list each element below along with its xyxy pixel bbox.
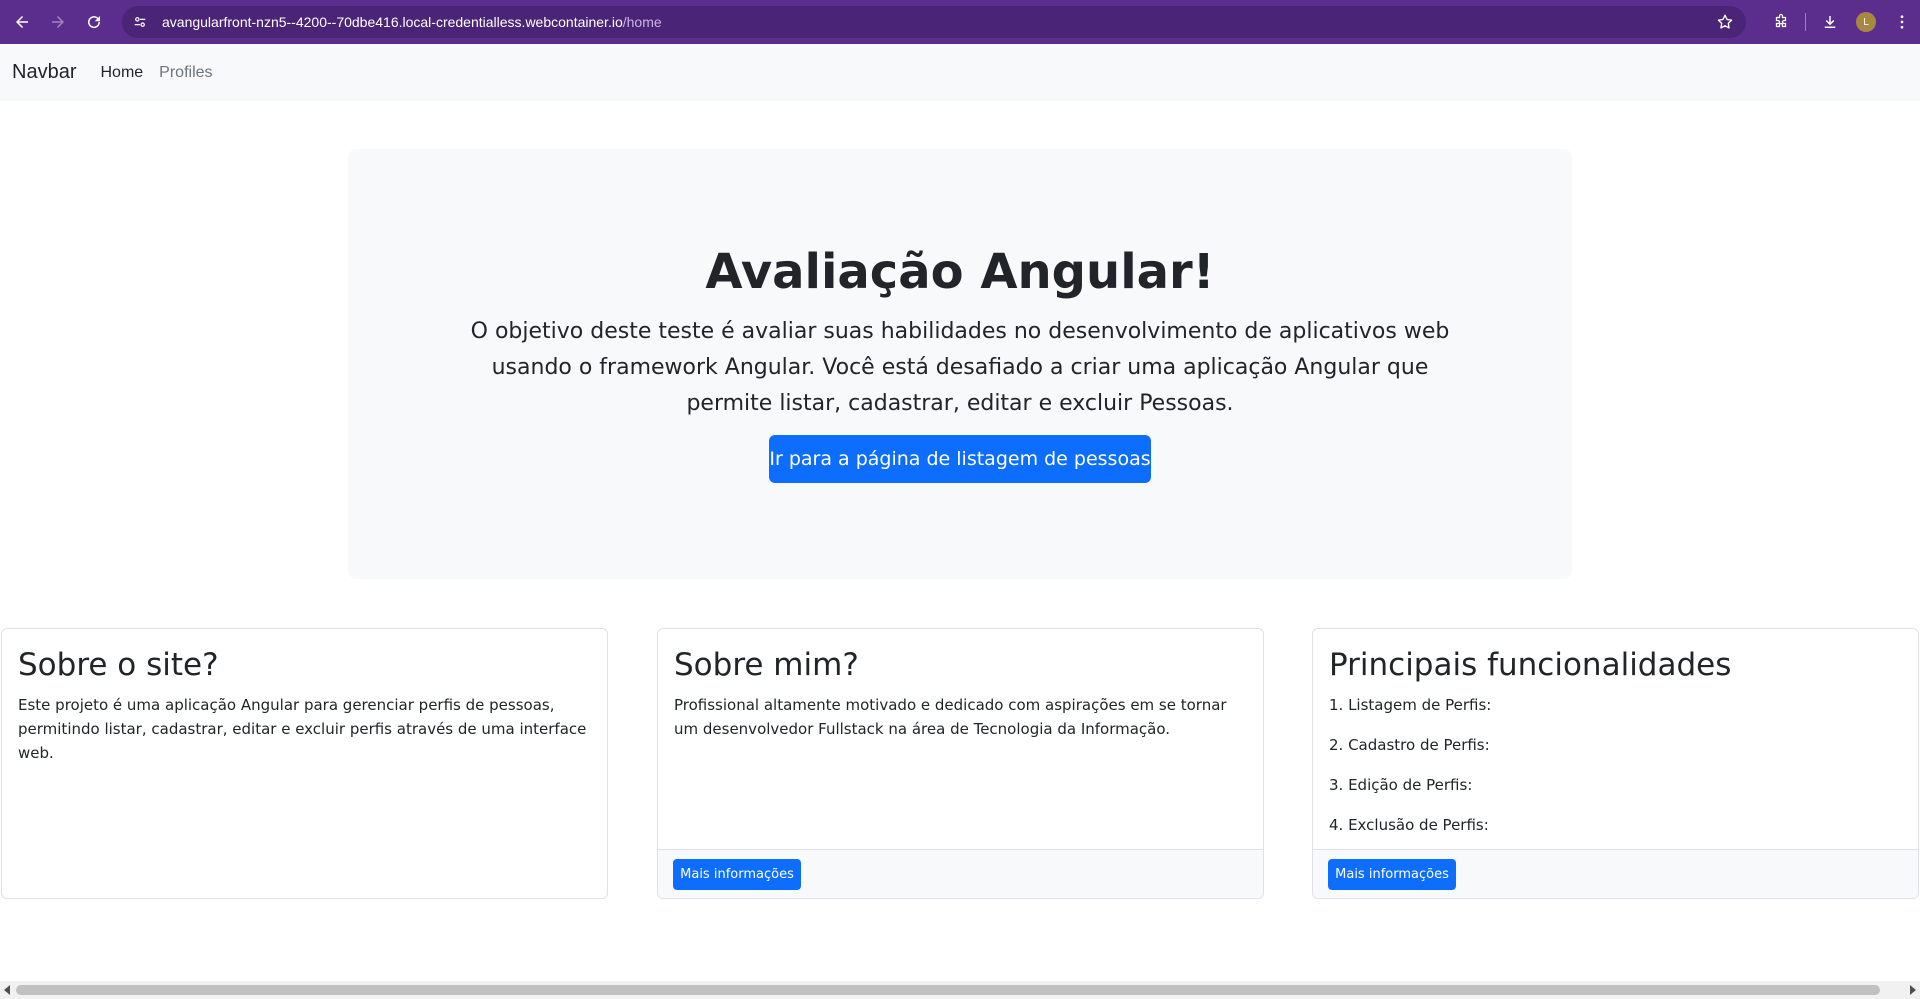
back-button[interactable] xyxy=(4,4,40,40)
scrollbar-thumb[interactable] xyxy=(16,985,1880,995)
scroll-right-arrow-icon[interactable] xyxy=(1910,985,1916,995)
card-about-site: Sobre o site? Este projeto é uma aplicaç… xyxy=(1,628,608,899)
card-text: Este projeto é uma aplicação Angular par… xyxy=(18,696,587,762)
hero-description: O objetivo deste teste é avaliar suas ha… xyxy=(470,319,1450,416)
list-item: 3. Edição de Perfis: xyxy=(1329,776,1473,794)
toolbar-divider xyxy=(1805,13,1806,31)
go-to-listing-button[interactable]: Ir para a página de listagem de pessoas xyxy=(769,435,1151,483)
app-navbar: Navbar Home Profiles xyxy=(0,44,1920,101)
url-text: avangularfront-nzn5--4200--70dbe416.loca… xyxy=(162,14,662,30)
navbar-brand[interactable]: Navbar xyxy=(12,61,76,84)
forward-button[interactable] xyxy=(40,4,76,40)
forward-arrow-icon xyxy=(52,16,64,28)
site-settings-icon[interactable] xyxy=(126,8,154,36)
avatar: L xyxy=(1856,12,1876,32)
card-about-me: Sobre mim? Profissional altamente motiva… xyxy=(657,628,1264,899)
hero-jumbotron: Avaliação Angular! O objetivo deste test… xyxy=(348,149,1572,579)
card-footer: Mais informações xyxy=(1313,849,1918,898)
hero-title: Avaliação Angular! xyxy=(705,244,1215,300)
list-item: 4. Exclusão de Perfis: xyxy=(1329,816,1489,834)
nav-link-home[interactable]: Home xyxy=(100,64,143,82)
bookmark-star-icon[interactable] xyxy=(1714,11,1736,33)
scroll-left-arrow-icon[interactable] xyxy=(4,985,10,995)
card-text: Profissional altamente motivado e dedica… xyxy=(674,696,1227,738)
reload-button[interactable] xyxy=(76,4,112,40)
menu-kebab-icon[interactable] xyxy=(1884,4,1920,40)
more-info-button[interactable]: Mais informações xyxy=(1328,859,1456,890)
url-host: avangularfront-nzn5--4200--70dbe416.loca… xyxy=(162,14,623,30)
horizontal-scrollbar[interactable] xyxy=(0,981,1920,999)
browser-actions: L xyxy=(1763,0,1920,44)
more-info-button[interactable]: Mais informações xyxy=(673,859,801,890)
card-title: Sobre mim? xyxy=(674,647,859,683)
profile-button[interactable]: L xyxy=(1848,4,1884,40)
download-icon[interactable] xyxy=(1812,4,1848,40)
browser-toolbar: avangularfront-nzn5--4200--70dbe416.loca… xyxy=(0,0,1920,44)
card-title: Principais funcionalidades xyxy=(1329,647,1732,683)
list-item: 1. Listagem de Perfis: xyxy=(1329,696,1492,714)
back-arrow-icon xyxy=(16,16,28,28)
card-title: Sobre o site? xyxy=(18,647,219,683)
extensions-icon[interactable] xyxy=(1763,4,1799,40)
card-footer: Mais informações xyxy=(658,849,1263,898)
card-main-features: Principais funcionalidades 1. Listagem d… xyxy=(1312,628,1919,899)
address-bar[interactable]: avangularfront-nzn5--4200--70dbe416.loca… xyxy=(122,6,1746,38)
url-path: /home xyxy=(622,14,662,30)
reload-icon xyxy=(88,16,101,29)
list-item: 2. Cadastro de Perfis: xyxy=(1329,736,1490,754)
features-list: 1. Listagem de Perfis: 2. Cadastro de Pe… xyxy=(1329,693,1491,853)
nav-link-profiles[interactable]: Profiles xyxy=(159,64,212,82)
